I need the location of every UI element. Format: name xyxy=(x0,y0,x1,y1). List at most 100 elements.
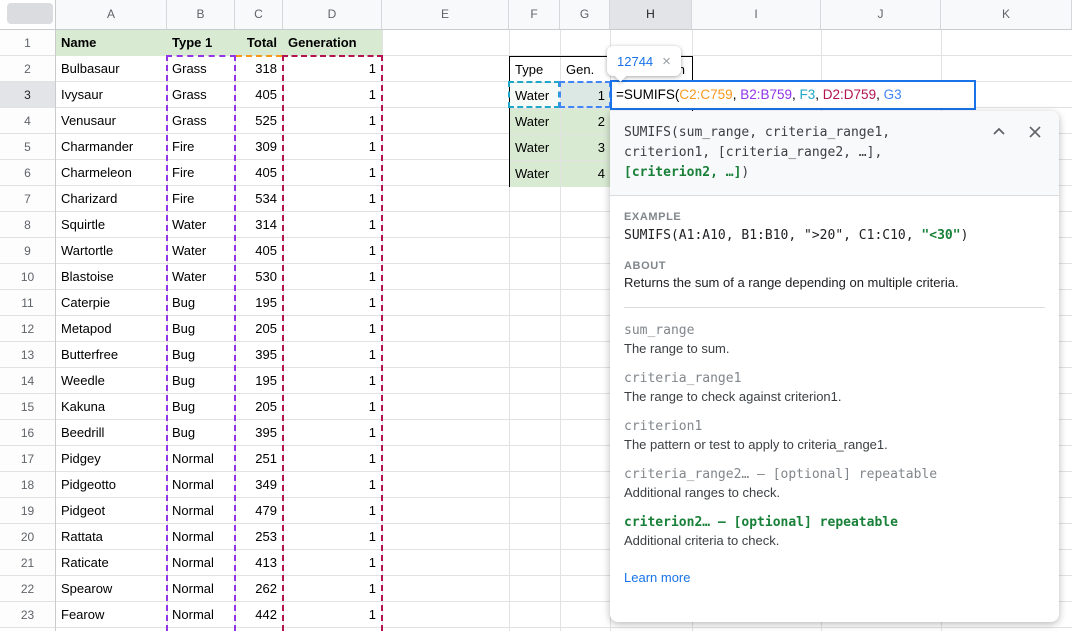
left-table-cell[interactable]: Charizard xyxy=(56,186,167,212)
left-table-cell[interactable]: Water xyxy=(167,238,235,264)
left-table-cell[interactable]: Fire xyxy=(167,186,235,212)
left-table-cell[interactable]: 349 xyxy=(235,472,283,498)
left-table-cell[interactable]: 1 xyxy=(283,290,382,316)
row-header-11[interactable]: 11 xyxy=(0,290,55,316)
left-table-cell[interactable]: 395 xyxy=(235,342,283,368)
left-table-cell[interactable]: Grass xyxy=(167,108,235,134)
row-header-12[interactable]: 12 xyxy=(0,316,55,342)
left-table-cell[interactable]: Squirtle xyxy=(56,212,167,238)
left-table-cell[interactable]: 1 xyxy=(283,212,382,238)
row-header-6[interactable]: 6 xyxy=(0,160,55,186)
left-table-cell[interactable]: 318 xyxy=(235,56,283,82)
right-table-cell[interactable]: Water xyxy=(510,135,561,161)
right-table-header[interactable]: Type xyxy=(510,57,561,83)
left-table-cell[interactable]: Bug xyxy=(167,342,235,368)
left-table-cell[interactable]: Butterfree xyxy=(56,342,167,368)
left-table-cell[interactable]: 1 xyxy=(283,368,382,394)
left-table-cell[interactable]: 1 xyxy=(283,576,382,602)
right-table-header[interactable]: Gen. xyxy=(561,57,611,83)
row-header-19[interactable]: 19 xyxy=(0,498,55,524)
left-table-cell[interactable]: 405 xyxy=(235,238,283,264)
close-icon[interactable]: × xyxy=(662,54,671,69)
column-header-e[interactable]: E xyxy=(382,0,509,29)
row-header-1[interactable]: 1 xyxy=(0,30,55,56)
left-table-cell[interactable]: Water xyxy=(167,264,235,290)
collapse-chevron-icon[interactable] xyxy=(991,124,1007,140)
left-table-cell[interactable]: 1 xyxy=(283,550,382,576)
row-header-14[interactable]: 14 xyxy=(0,368,55,394)
column-header-f[interactable]: F xyxy=(509,0,560,29)
left-table-cell[interactable]: 309 xyxy=(235,134,283,160)
row-header-18[interactable]: 18 xyxy=(0,472,55,498)
row-header-22[interactable]: 22 xyxy=(0,576,55,602)
left-table-cell[interactable]: 530 xyxy=(235,264,283,290)
select-all-corner[interactable] xyxy=(0,0,56,30)
left-table-cell[interactable]: Bug xyxy=(167,290,235,316)
left-table-cell[interactable]: 525 xyxy=(235,108,283,134)
left-table-cell[interactable]: Normal xyxy=(167,524,235,550)
column-header-h[interactable]: H xyxy=(610,0,692,29)
left-table-cell[interactable]: Fire xyxy=(167,134,235,160)
left-table-header[interactable]: Type 1 xyxy=(167,30,235,56)
left-table-cell[interactable]: Spearow xyxy=(56,576,167,602)
row-header-8[interactable]: 8 xyxy=(0,212,55,238)
row-header-13[interactable]: 13 xyxy=(0,342,55,368)
left-table-cell[interactable]: Normal xyxy=(167,602,235,628)
left-table-header[interactable]: Generation xyxy=(283,30,382,56)
left-table-cell[interactable]: Water xyxy=(167,212,235,238)
left-table-cell[interactable]: Ivysaur xyxy=(56,82,167,108)
left-table-cell[interactable]: Caterpie xyxy=(56,290,167,316)
row-header-17[interactable]: 17 xyxy=(0,446,55,472)
left-table-cell[interactable]: 1 xyxy=(283,264,382,290)
learn-more-link[interactable]: Learn more xyxy=(624,570,690,585)
left-table-cell[interactable]: Normal xyxy=(167,498,235,524)
left-table-cell[interactable]: Metapod xyxy=(56,316,167,342)
left-table-cell[interactable]: 395 xyxy=(235,420,283,446)
left-table-cell[interactable]: 314 xyxy=(235,212,283,238)
left-table-cell[interactable]: Bulbasaur xyxy=(56,56,167,82)
left-table-cell[interactable]: Bug xyxy=(167,420,235,446)
row-header-15[interactable]: 15 xyxy=(0,394,55,420)
left-table-cell[interactable]: 405 xyxy=(235,82,283,108)
left-table-header[interactable]: Total xyxy=(235,30,283,56)
left-table-cell[interactable]: 534 xyxy=(235,186,283,212)
row-header-23[interactable]: 23 xyxy=(0,602,55,628)
left-table-cell[interactable]: Normal xyxy=(167,576,235,602)
right-table-cell[interactable]: Water xyxy=(510,161,561,187)
left-table-cell[interactable]: 1 xyxy=(283,342,382,368)
column-header-i[interactable]: I xyxy=(692,0,821,29)
row-header-10[interactable]: 10 xyxy=(0,264,55,290)
row-header-21[interactable]: 21 xyxy=(0,550,55,576)
right-table-cell[interactable]: 3 xyxy=(561,135,611,161)
right-table-cell[interactable]: 4 xyxy=(561,161,611,187)
left-table-cell[interactable]: Fearow xyxy=(56,602,167,628)
left-table-cell[interactable]: 253 xyxy=(235,524,283,550)
left-table-cell[interactable]: 1 xyxy=(283,160,382,186)
left-table-cell[interactable]: Normal xyxy=(167,472,235,498)
left-table-cell[interactable]: 195 xyxy=(235,368,283,394)
column-header-a[interactable]: A xyxy=(56,0,167,29)
left-table-cell[interactable]: 413 xyxy=(235,550,283,576)
left-table-cell[interactable]: Bug xyxy=(167,368,235,394)
left-table-cell[interactable]: 205 xyxy=(235,394,283,420)
left-table-cell[interactable]: 1 xyxy=(283,472,382,498)
left-table-cell[interactable]: 405 xyxy=(235,160,283,186)
row-header-5[interactable]: 5 xyxy=(0,134,55,160)
left-table-cell[interactable]: Pidgeotto xyxy=(56,472,167,498)
row-header-3[interactable]: 3 xyxy=(0,82,55,108)
row-header-20[interactable]: 20 xyxy=(0,524,55,550)
column-header-k[interactable]: K xyxy=(941,0,1072,29)
column-header-d[interactable]: D xyxy=(283,0,382,29)
left-table-cell[interactable]: Fire xyxy=(167,160,235,186)
left-table-cell[interactable]: 1 xyxy=(283,316,382,342)
right-table-cell[interactable]: Water xyxy=(510,83,561,109)
left-table-cell[interactable]: Pidgeot xyxy=(56,498,167,524)
left-table-cell[interactable]: Grass xyxy=(167,82,235,108)
left-table-cell[interactable]: Weedle xyxy=(56,368,167,394)
column-header-c[interactable]: C xyxy=(235,0,283,29)
left-table-cell[interactable]: 1 xyxy=(283,134,382,160)
left-table-header[interactable]: Name xyxy=(56,30,167,56)
left-table-cell[interactable]: 1 xyxy=(283,186,382,212)
left-table-cell[interactable]: Normal xyxy=(167,550,235,576)
left-table-cell[interactable]: 1 xyxy=(283,108,382,134)
